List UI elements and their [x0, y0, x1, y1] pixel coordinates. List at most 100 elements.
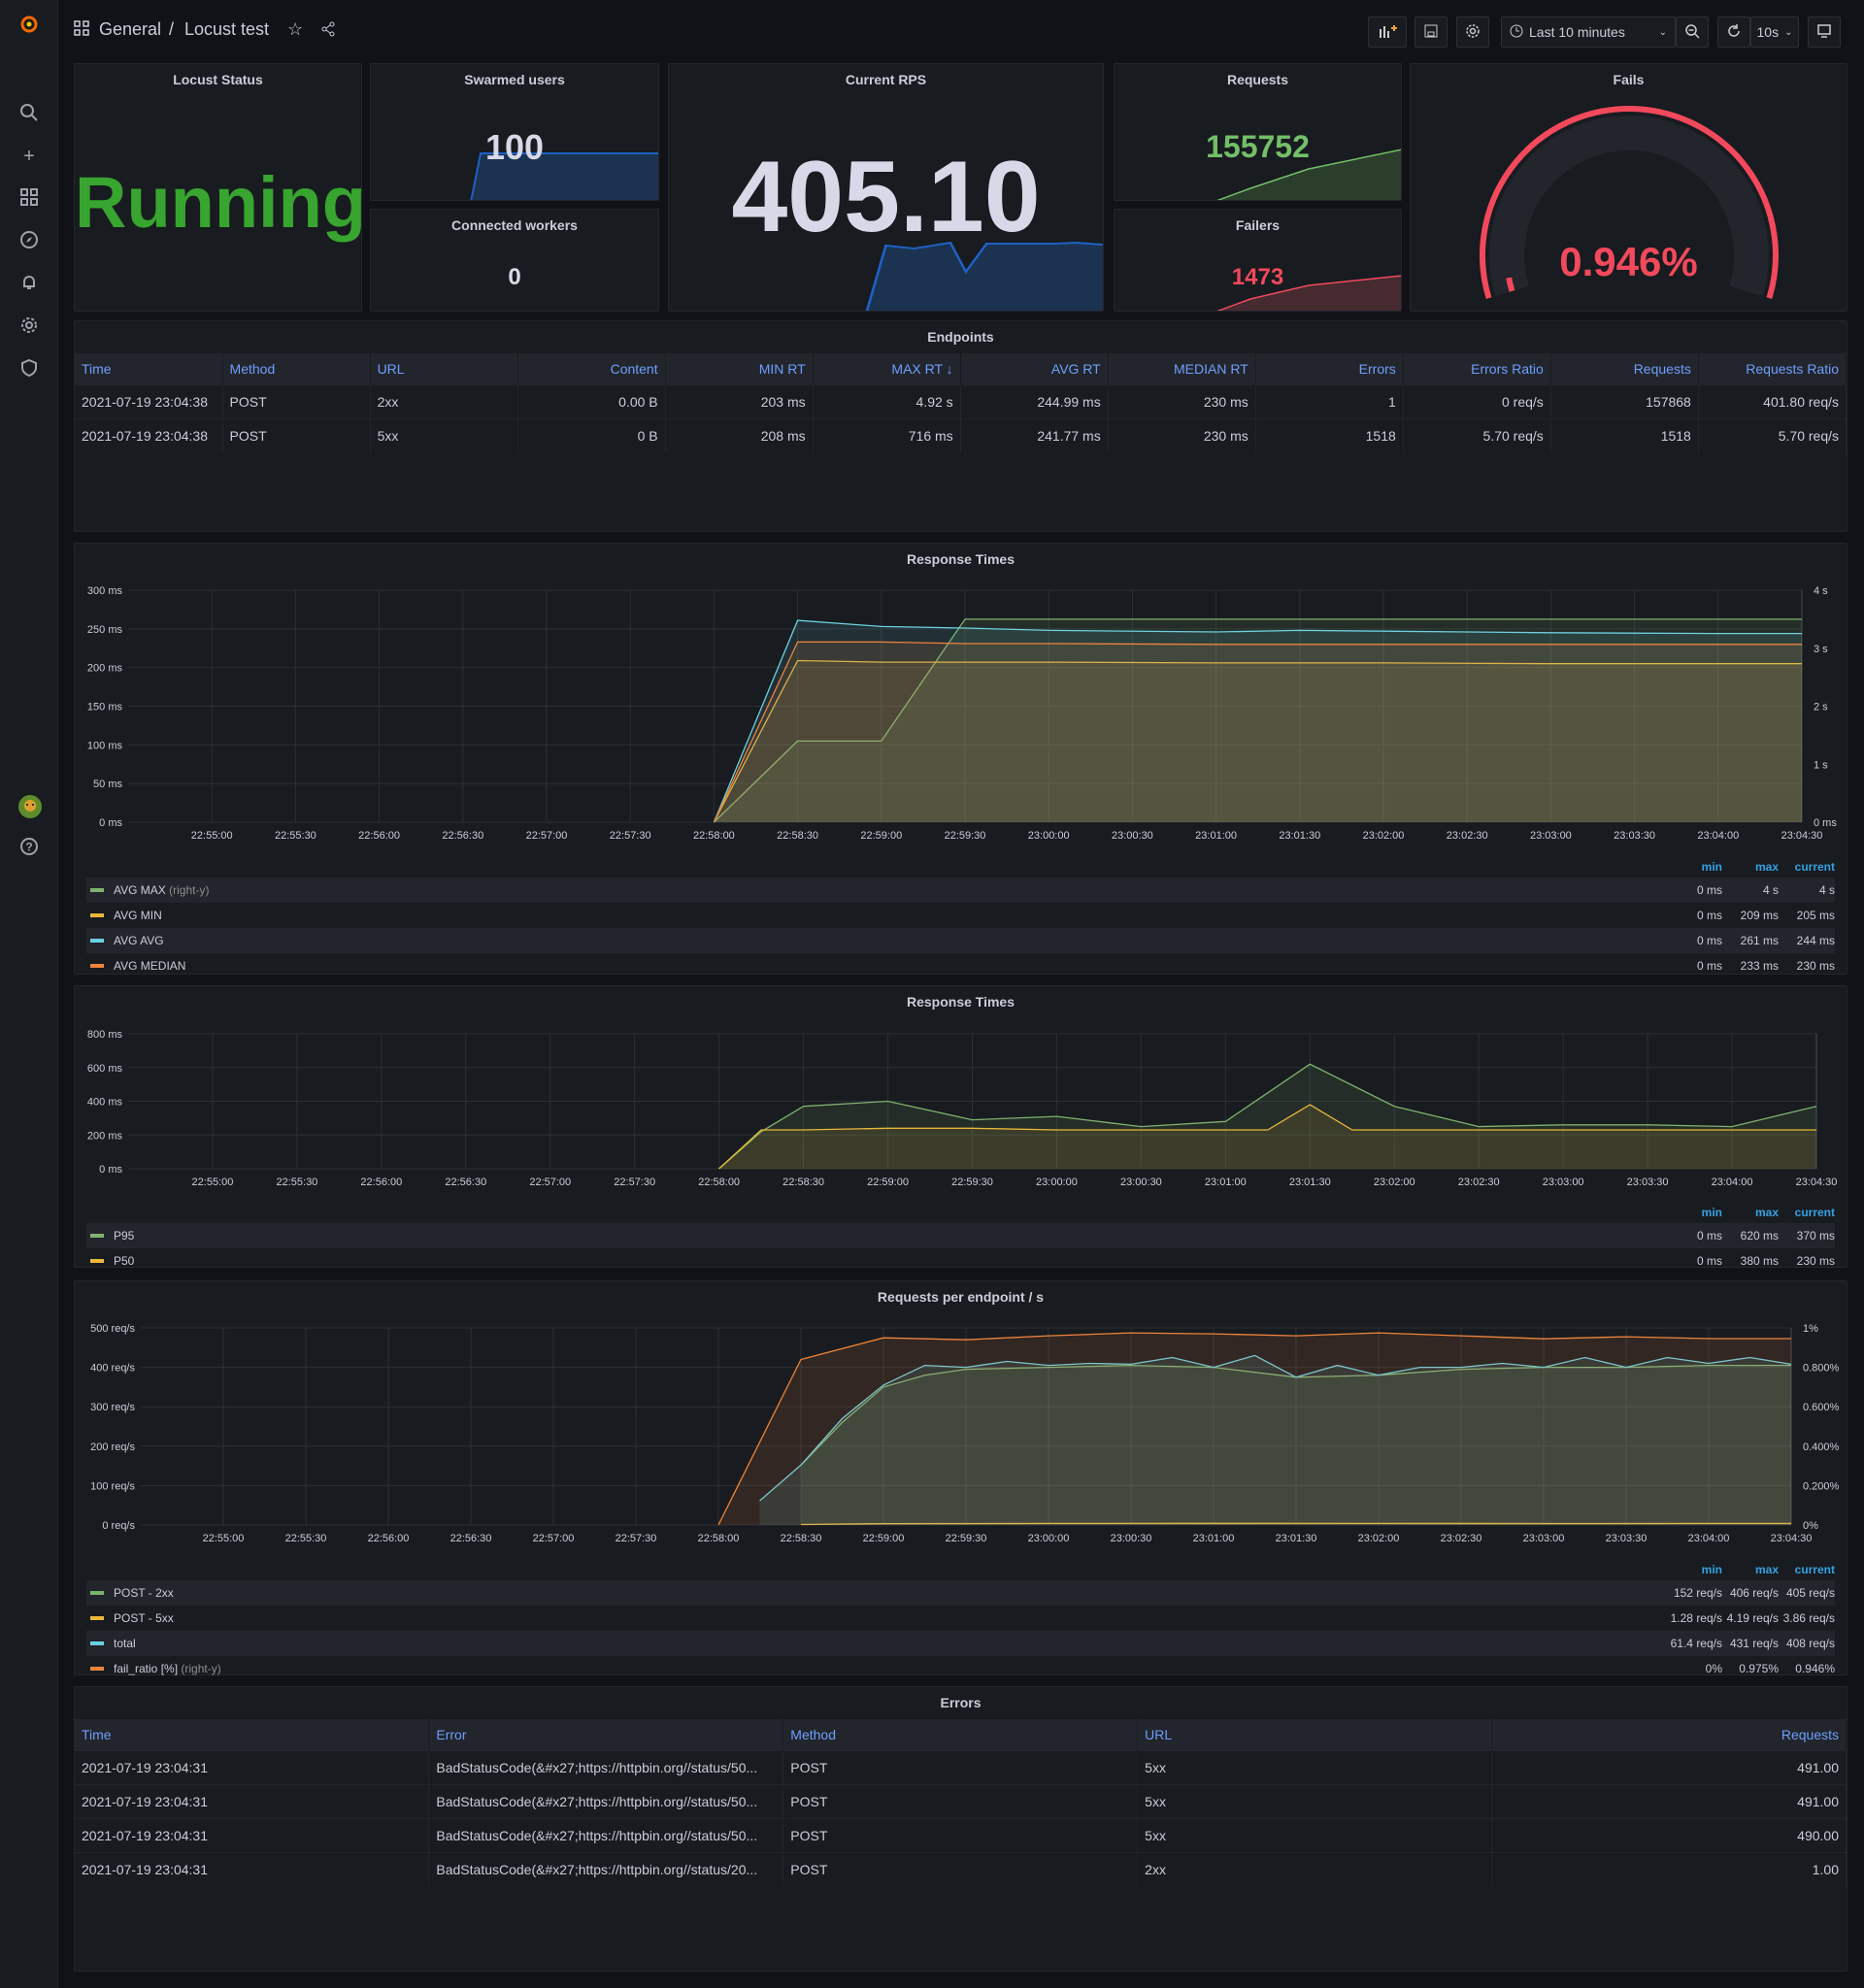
column-header[interactable]: URL	[370, 353, 518, 384]
legend-item[interactable]: AVG MAX (right-y) 0 ms 4 s 4 s	[86, 878, 1835, 903]
breadcrumb-folder[interactable]: General	[99, 19, 161, 40]
alert-bell-icon[interactable]	[17, 273, 41, 296]
legend-header-current[interactable]: current	[1779, 860, 1835, 874]
x-tick-label: 22:58:00	[698, 1533, 740, 1544]
x-tick-label: 22:59:00	[863, 1533, 905, 1544]
legend-item[interactable]: AVG MEDIAN 0 ms 233 ms 230 ms	[86, 953, 1835, 978]
x-tick-label: 23:01:30	[1289, 1176, 1331, 1188]
user-avatar-icon[interactable]	[17, 794, 42, 818]
legend-header-current[interactable]: current	[1779, 1206, 1835, 1219]
legend-header-min[interactable]: min	[1666, 860, 1722, 874]
table-row[interactable]: 2021-07-19 23:04:38 POST 2xx 0.00 B 203 ms 4.…	[75, 383, 1847, 418]
column-header[interactable]: Content	[517, 353, 666, 384]
x-tick-label: 23:00:00	[1028, 830, 1070, 842]
zoom-out-button[interactable]	[1676, 17, 1709, 48]
panel-locust-status: Locust Status Running	[74, 63, 366, 312]
endpoints-table: Time Method URL Content MIN RT MAX RT ↓ AVG RT…	[75, 353, 1847, 452]
column-header[interactable]: Requests	[1550, 353, 1699, 384]
legend-header-min[interactable]: min	[1666, 1563, 1722, 1576]
search-icon[interactable]	[17, 102, 41, 125]
table-row[interactable]: 2021-07-19 23:04:31 BadStatusCode(&#x27;h…	[75, 1851, 1847, 1886]
x-tick-label: 22:57:30	[614, 1176, 655, 1188]
column-header[interactable]: Method	[782, 1719, 1139, 1750]
table-row[interactable]: 2021-07-19 23:04:31 BadStatusCode(&#x27;h…	[75, 1817, 1847, 1852]
legend-stat-value: 0 ms	[1696, 959, 1722, 973]
grafana-logo-icon[interactable]	[17, 12, 41, 35]
table-cell: POST	[782, 1783, 1139, 1818]
x-tick-label: 23:04:00	[1697, 830, 1739, 842]
table-cell: 203 ms	[665, 383, 814, 418]
legend-item[interactable]: P50 0 ms 380 ms 230 ms	[86, 1248, 1835, 1274]
y2-tick-label: 0.800%	[1803, 1363, 1840, 1375]
table-row[interactable]: 2021-07-19 23:04:31 BadStatusCode(&#x27;h…	[75, 1783, 1847, 1818]
table-cell: BadStatusCode(&#x27;https://httpbin.org/…	[428, 1783, 784, 1818]
legend-series-name: AVG AVG	[114, 934, 1666, 947]
legend-header-max[interactable]: max	[1722, 1563, 1779, 1576]
shield-icon[interactable]	[17, 358, 41, 381]
add-panel-button[interactable]	[1368, 17, 1407, 48]
table-cell: 2021-07-19 23:04:31	[75, 1783, 430, 1818]
requests-value: 155752	[1206, 129, 1310, 164]
column-header[interactable]: MAX RT ↓	[813, 353, 961, 384]
column-header[interactable]: Method	[222, 353, 371, 384]
y2-tick-label: 0 ms	[1814, 817, 1837, 829]
legend-header-max[interactable]: max	[1722, 1206, 1779, 1219]
breadcrumb-separator: /	[169, 19, 175, 39]
y-tick-label: 800 ms	[87, 1029, 123, 1041]
dashboards-icon[interactable]	[17, 187, 41, 211]
x-tick-label: 22:58:30	[781, 1533, 822, 1544]
column-header[interactable]: Error	[428, 1719, 784, 1750]
legend-item[interactable]: POST - 2xx 152 req/s 406 req/s 405 req/s	[86, 1580, 1835, 1606]
legend-header-max[interactable]: max	[1722, 860, 1779, 874]
y-tick-label: 600 ms	[87, 1063, 123, 1075]
legend-rows: AVG MAX (right-y) 0 ms 4 s 4 s AVG MIN 0 ms 20…	[86, 878, 1835, 978]
column-header[interactable]: Time	[75, 353, 223, 384]
column-header[interactable]: MIN RT	[665, 353, 814, 384]
table-cell: POST	[222, 383, 371, 418]
legend-item[interactable]: AVG AVG 0 ms 261 ms 244 ms	[86, 928, 1835, 953]
share-icon[interactable]	[320, 21, 336, 40]
column-header[interactable]: Requests	[1491, 1719, 1847, 1750]
table-cell: 401.80 req/s	[1698, 383, 1847, 418]
column-header[interactable]: Errors	[1255, 353, 1404, 384]
legend-header-min[interactable]: min	[1666, 1206, 1722, 1219]
tv-mode-button[interactable]	[1808, 17, 1841, 48]
panel-fails: Fails 0.946%	[1410, 63, 1847, 312]
x-tick-label: 23:04:00	[1712, 1176, 1753, 1188]
plus-icon[interactable]: +	[17, 145, 41, 168]
legend-stat-value: 61.4 req/s	[1670, 1637, 1722, 1650]
dashboard-settings-button[interactable]	[1456, 17, 1489, 48]
dashboard-title[interactable]: Locust test	[184, 19, 269, 40]
legend-item[interactable]: POST - 5xx 1.28 req/s 4.19 req/s 3.86 req/s	[86, 1606, 1835, 1631]
star-icon[interactable]: ☆	[287, 19, 303, 40]
chevron-down-icon: ⌄	[1658, 26, 1667, 38]
panel-response-times-avg: Response Times 0 ms 50 ms 100 ms 150 ms 200 …	[74, 543, 1847, 975]
column-header[interactable]: AVG RT	[960, 353, 1109, 384]
column-header[interactable]: MEDIAN RT	[1108, 353, 1256, 384]
legend-series-name: fail_ratio [%] (right-y)	[114, 1662, 1666, 1675]
legend-swatch	[90, 888, 104, 892]
x-tick-label: 23:01:00	[1205, 1176, 1247, 1188]
column-header[interactable]: Errors Ratio	[1403, 353, 1551, 384]
legend-item[interactable]: P95 0 ms 620 ms 370 ms	[86, 1223, 1835, 1248]
save-dashboard-button[interactable]	[1415, 17, 1448, 48]
column-header[interactable]: Time	[75, 1719, 430, 1750]
explore-icon[interactable]	[17, 230, 41, 253]
column-header[interactable]: URL	[1137, 1719, 1493, 1750]
refresh-interval-picker[interactable]: 10s ⌄	[1750, 17, 1799, 48]
legend-item[interactable]: total 61.4 req/s 431 req/s 408 req/s	[86, 1631, 1835, 1656]
x-tick-label: 23:04:30	[1796, 1176, 1838, 1188]
legend-item[interactable]: fail_ratio [%] (right-y) 0% 0.975% 0.946%	[86, 1656, 1835, 1681]
legend-item[interactable]: AVG MIN 0 ms 209 ms 205 ms	[86, 903, 1835, 928]
legend-header-current[interactable]: current	[1779, 1563, 1835, 1576]
help-icon[interactable]: ?	[17, 837, 41, 860]
refresh-button[interactable]	[1717, 17, 1750, 48]
table-row[interactable]: 2021-07-19 23:04:31 BadStatusCode(&#x27;h…	[75, 1749, 1847, 1784]
table-row[interactable]: 2021-07-19 23:04:38 POST 5xx 0 B 208 ms 716 m…	[75, 417, 1847, 452]
gear-icon[interactable]	[17, 315, 41, 339]
column-header[interactable]: Requests Ratio	[1698, 353, 1847, 384]
y-tick-label: 200 req/s	[90, 1441, 135, 1453]
legend-series-name: P95	[114, 1229, 1666, 1242]
legend-stat-value: 370 ms	[1796, 1229, 1835, 1242]
time-range-picker[interactable]: Last 10 minutes ⌄	[1501, 17, 1676, 48]
